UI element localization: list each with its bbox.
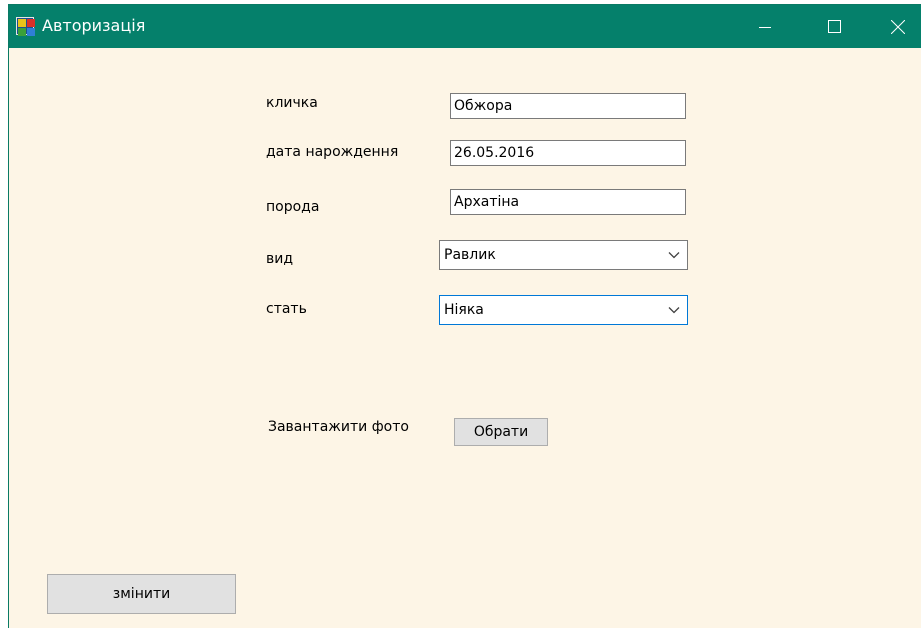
maximize-icon <box>827 20 841 33</box>
sex-dropdown[interactable]: Ніяка <box>439 295 688 325</box>
breed-label: порода <box>266 199 320 215</box>
app-window-icon <box>16 17 35 36</box>
maximize-button[interactable] <box>811 5 857 48</box>
photo-upload-label: Завантажити фото <box>268 419 409 435</box>
sex-selected-value: Ніяка <box>444 302 484 318</box>
minimize-button[interactable] <box>742 5 788 48</box>
species-selected-value: Равлик <box>444 247 496 263</box>
choose-photo-button[interactable]: Обрати <box>454 418 548 446</box>
close-button[interactable] <box>875 5 921 48</box>
breed-input[interactable]: Архатіна <box>450 189 686 215</box>
nickname-input[interactable]: Обжора <box>450 93 686 119</box>
birth-date-input[interactable]: 26.05.2016 <box>450 140 686 166</box>
close-icon <box>891 19 905 34</box>
species-label: вид <box>266 251 294 267</box>
submit-button[interactable]: змінити <box>47 574 236 614</box>
title-bar[interactable]: Авторизація <box>9 5 921 48</box>
species-dropdown[interactable]: Равлик <box>439 240 688 270</box>
window-title: Авторизація <box>42 16 146 35</box>
birth-date-label: дата нарождення <box>266 144 399 160</box>
nickname-label: кличка <box>266 95 318 111</box>
minimize-icon <box>759 26 771 28</box>
sex-label: стать <box>266 301 307 317</box>
chevron-down-icon <box>668 252 680 259</box>
chevron-down-icon <box>668 307 680 314</box>
application-window: Авторизація кличка Обжора дата нарожденн… <box>9 5 921 628</box>
